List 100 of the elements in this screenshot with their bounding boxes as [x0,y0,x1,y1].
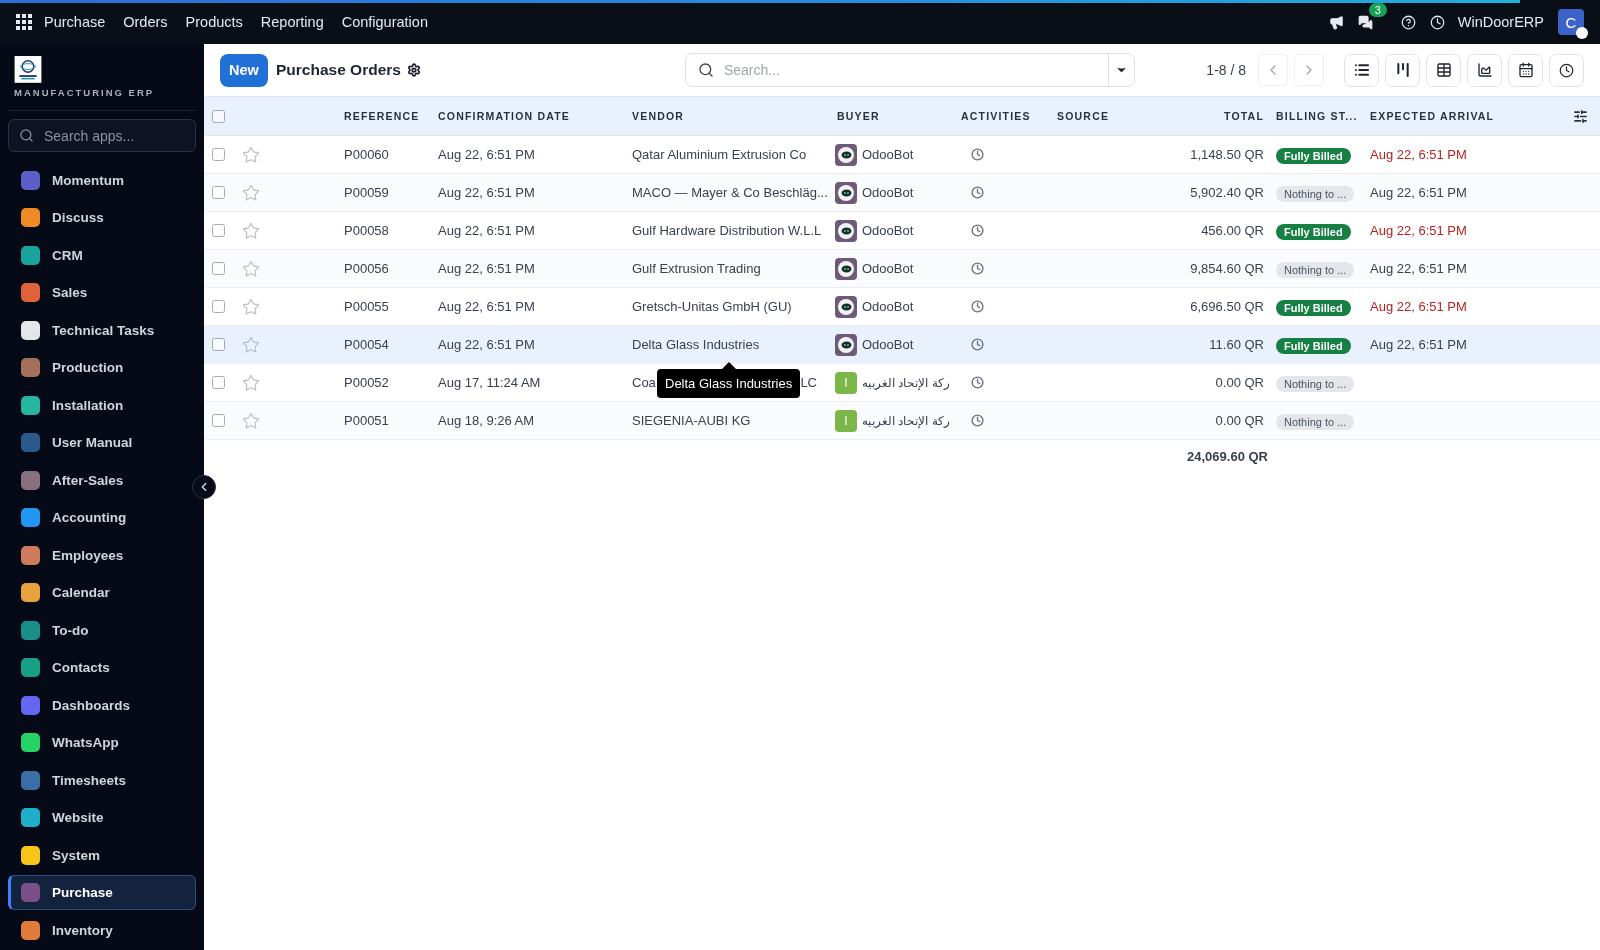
menu-item[interactable]: Orders [123,14,168,30]
row-checkbox[interactable] [212,376,225,389]
sidebar-item[interactable]: Timesheets [8,762,196,798]
row-checkbox[interactable] [212,414,225,427]
clock-icon [1429,14,1445,30]
row-checkbox[interactable] [212,224,225,237]
menu-item[interactable]: Reporting [260,14,324,30]
clock-icon[interactable] [971,414,984,427]
row-checkbox[interactable] [212,338,225,351]
menu-item[interactable]: Configuration [341,14,428,30]
sidebar-item[interactable]: Employees [8,537,196,573]
sidebar-item[interactable]: WhatsApp [8,724,196,761]
collapse-button[interactable] [192,475,216,499]
clock-icon[interactable] [971,224,984,237]
sidebar-item[interactable]: Website [8,799,196,836]
sidebar-item[interactable]: Accounting [8,499,196,536]
column-header[interactable]: BUYER [831,110,955,122]
row-checkbox[interactable] [212,300,225,313]
star-button[interactable] [242,145,260,164]
star-button[interactable] [242,411,260,430]
column-header[interactable]: REFERENCE [338,110,432,122]
sidebar-item[interactable]: Technical Tasks [8,312,196,348]
activity-view-button[interactable] [1549,53,1584,87]
star-button[interactable] [242,259,260,278]
sidebar-item[interactable]: System [8,837,196,873]
graph-view-button[interactable] [1467,53,1502,87]
apps-menu-icon[interactable] [16,14,32,30]
column-header[interactable]: ACTIVITIES [955,110,1051,122]
select-all-checkbox[interactable] [212,109,225,123]
sidebar-item[interactable]: User Manual [8,424,196,461]
sidebar-item[interactable]: CRM [8,237,196,273]
sidebar-item[interactable]: Contacts [8,649,196,686]
clock-icon[interactable] [971,376,984,389]
app-search-bar[interactable]: Search apps... [8,118,196,153]
calendar-view-button[interactable] [1508,53,1543,87]
star-button[interactable] [242,373,260,392]
menu-item[interactable]: Products [185,14,243,30]
star-button[interactable] [242,183,260,202]
sidebar-item[interactable]: Calendar [8,574,196,611]
clock-icon[interactable] [971,262,984,275]
sidebar-item-label: Production [52,360,124,376]
sidebar-item[interactable]: Discuss [8,199,196,236]
table-cell-text: 1,148.50 QR [1189,147,1265,162]
star-button[interactable] [242,221,260,240]
help-icon [1400,14,1416,30]
kanban-view-button[interactable] [1385,53,1420,87]
table-icon [1435,62,1452,78]
star-button[interactable] [242,297,260,316]
robot-avatar-icon [835,333,857,356]
table-cell-text: 11.60 QR [1208,337,1265,352]
clock-icon[interactable] [971,338,984,351]
table-cell-text: 9,854.60 QR [1189,261,1265,276]
status-dot [1576,27,1588,39]
column-header[interactable]: SOURCE [1051,110,1131,122]
clock-icon[interactable] [971,148,984,161]
sidebar-item[interactable]: Purchase [8,874,196,911]
table-row[interactable]: P00056 Aug 22, 6:51 PM Gulf Extrusion Trading OdooBot 9,854.60 QR Nothing to ... Aug 22, 6:51 PM [204,250,1600,288]
sidebar-item[interactable]: Momentum [8,162,196,198]
table-row[interactable]: P00059 Aug 22, 6:51 PM MACO — Mayer & Co Beschläg... OdooBot 5,902.40 QR Nothing to ... Aug 22, 6:51 PM [204,174,1600,212]
sidebar-item[interactable]: Installation [8,387,196,423]
sidebar-item-label: Timesheets [52,772,127,788]
table-cell-text: Gulf Extrusion Trading [631,261,762,276]
sidebar-item-label: Discuss [52,210,104,226]
table-cell-text: Aug 22, 6:51 PM [1369,223,1468,238]
search-input[interactable]: Search apps... [44,127,184,144]
robot-avatar-icon [835,219,857,242]
row-checkbox[interactable] [212,262,225,275]
table-row[interactable]: P00054 Aug 22, 6:51 PM Delta Glass Industries OdooBot 11.60 QR Fully Billed Aug 22, 6:51 PM [204,326,1600,364]
column-header[interactable]: BILLING ST... [1270,110,1364,122]
row-checkbox[interactable] [212,148,225,161]
clock-icon[interactable] [971,300,984,313]
column-header[interactable]: CONFIRMATION DATE [432,110,626,122]
column-header[interactable]: EXPECTED ARRIVAL [1364,110,1560,122]
pivot-view-button[interactable] [1426,53,1461,87]
app-name[interactable]: Purchase [44,14,106,30]
sidebar-item-label: Momentum [52,172,124,188]
star-button[interactable] [242,335,260,354]
chat-icon [1357,14,1373,30]
clock-icon[interactable] [971,186,984,199]
sidebar-item[interactable]: Inventory [8,912,196,948]
sidebar-item[interactable]: To-do [8,612,196,648]
new-button[interactable]: New [220,53,268,87]
page-title: Purchase Orders [276,61,401,79]
list-view-button[interactable] [1344,53,1379,87]
sidebar-item[interactable]: Dashboards [8,687,196,723]
sidebar-item[interactable]: After-Sales [8,462,196,498]
table-cell-text: 5,902.40 QR [1189,185,1265,200]
star-icon [242,183,260,202]
star-icon [242,221,260,240]
table-cell-text: Aug 22, 6:51 PM [1369,337,1468,352]
row-checkbox[interactable] [212,186,225,199]
sidebar-item[interactable]: Production [8,349,196,386]
sidebar-item-label: User Manual [52,435,133,451]
column-header[interactable]: TOTAL [1131,110,1270,122]
sidebar-item[interactable]: Sales [8,274,196,311]
column-header[interactable]: VENDOR [626,110,831,122]
search-bar[interactable]: Search... [684,53,1135,87]
company-name[interactable]: WinDoorERP [1457,14,1544,30]
settings-icon[interactable] [406,63,421,77]
user-avatar[interactable]: C [1558,9,1584,35]
